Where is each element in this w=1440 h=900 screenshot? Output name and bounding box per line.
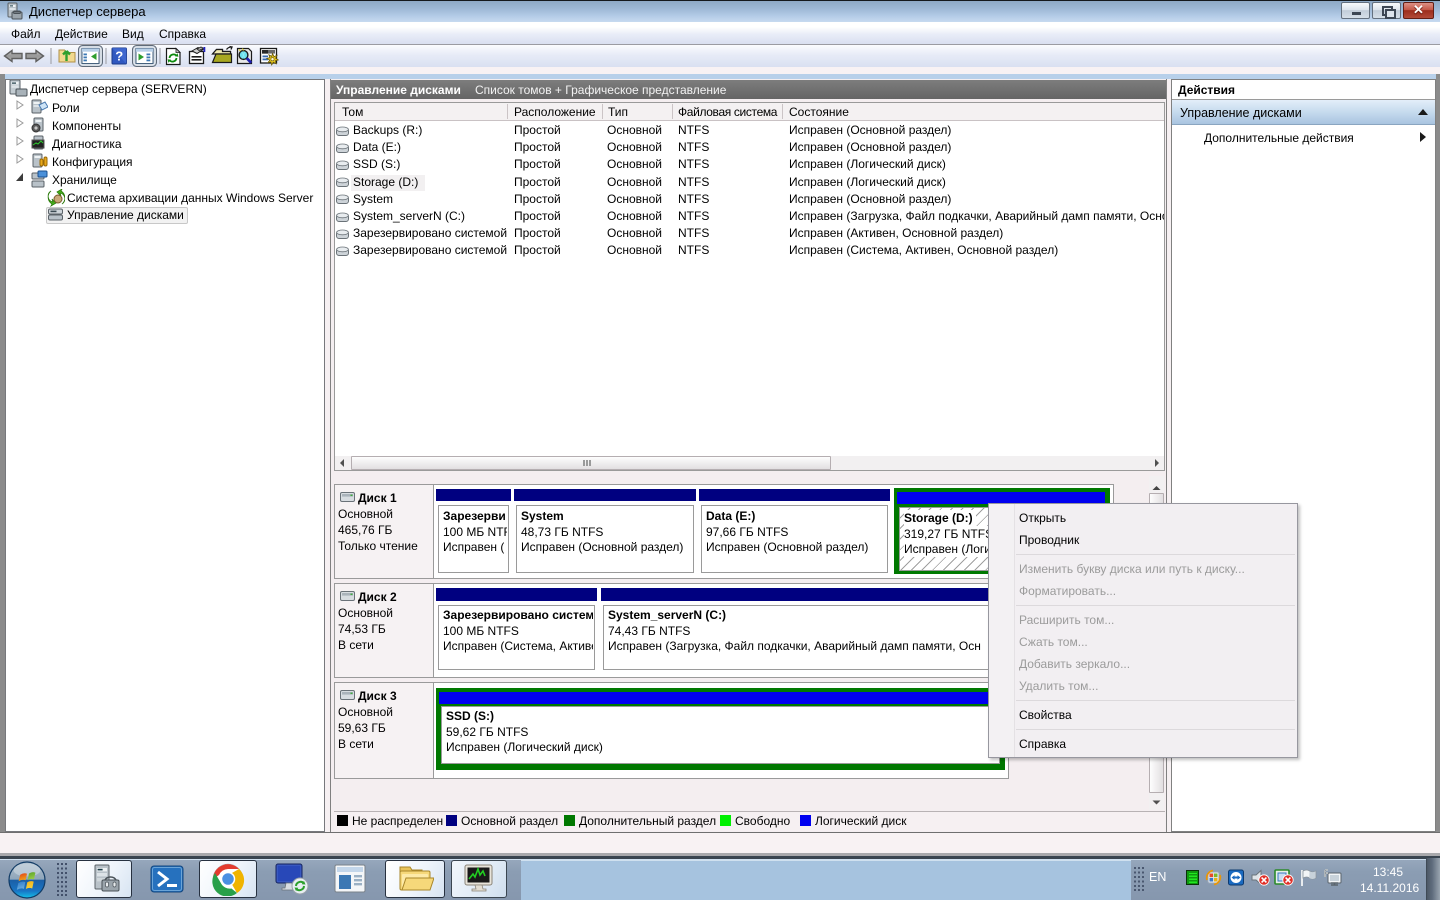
svg-text:?: ?	[115, 49, 123, 64]
